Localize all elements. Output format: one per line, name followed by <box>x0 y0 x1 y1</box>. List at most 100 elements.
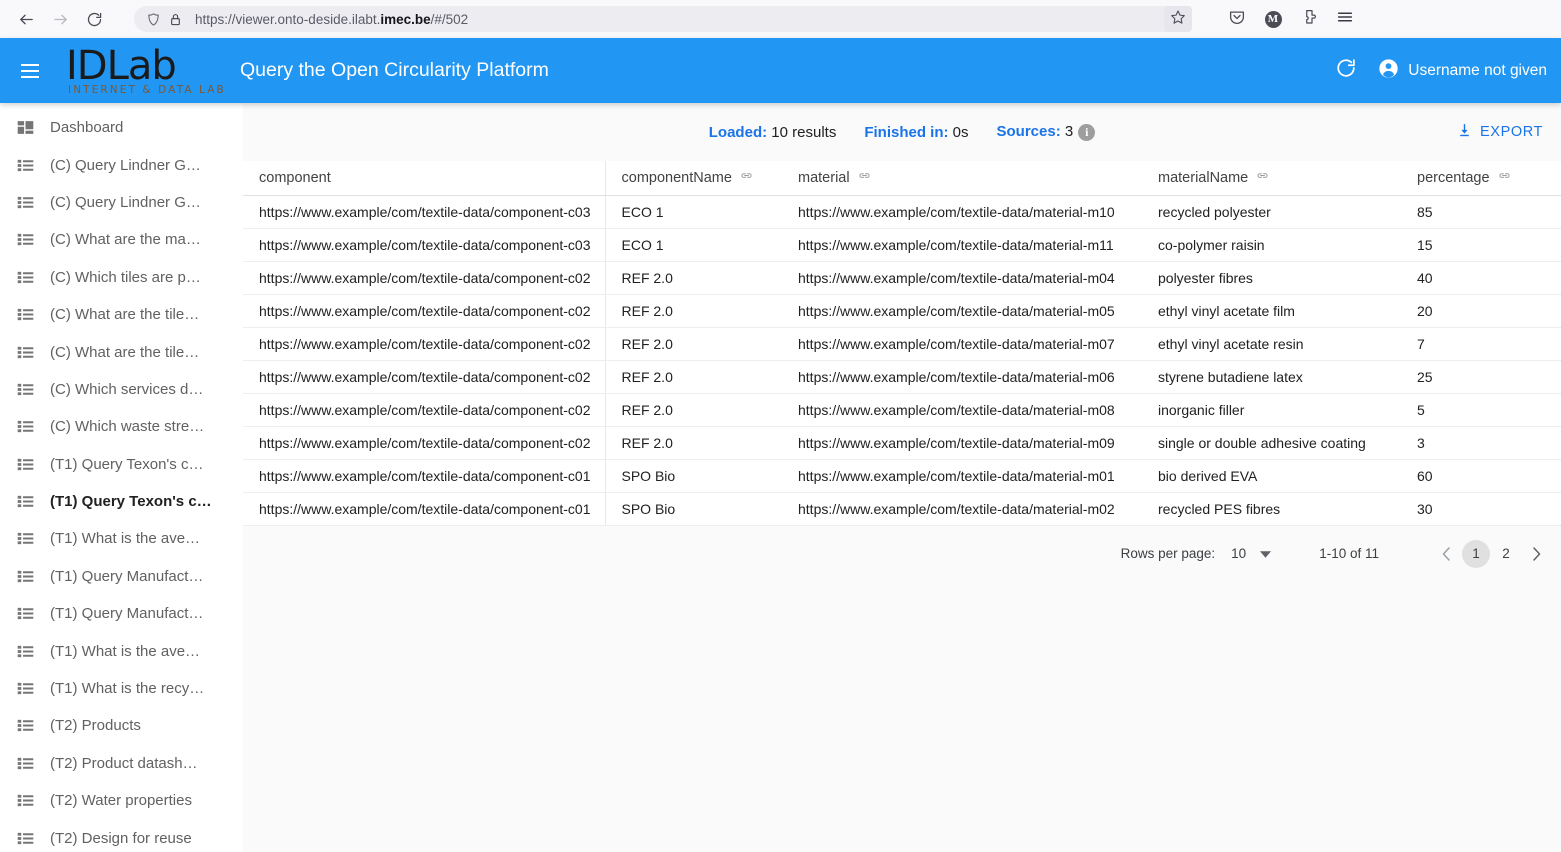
column-header-material[interactable]: material <box>782 161 1142 196</box>
rows-per-page-label: Rows per page: <box>1120 546 1216 561</box>
page-range-label: 1-10 of 11 <box>1319 546 1379 561</box>
next-page-button[interactable] <box>1521 539 1551 569</box>
info-icon[interactable]: i <box>1078 123 1096 141</box>
pocket-button[interactable] <box>1222 4 1252 34</box>
column-header-componentName[interactable]: componentName <box>605 161 782 196</box>
account-circle-icon <box>1378 58 1399 84</box>
sidebar-item-14[interactable]: (T1) What is the ave… <box>0 632 243 669</box>
account-button[interactable]: M <box>1258 4 1288 34</box>
sidebar-item-6[interactable]: (C) What are the tile… <box>0 333 243 370</box>
list-icon <box>13 303 37 327</box>
sidebar-item-19[interactable]: (T2) Design for reuse <box>0 819 243 852</box>
sidebar-item-label: (C) What are the tile… <box>50 306 200 324</box>
cell-componentName: ECO 1 <box>605 228 782 262</box>
sidebar-item-1[interactable]: (C) Query Lindner G… <box>0 146 243 183</box>
sidebar-item-7[interactable]: (C) Which services d… <box>0 371 243 408</box>
results-summary: Loaded: 10 results Finished in: 0s Sourc… <box>243 123 1561 141</box>
page-button-1[interactable]: 1 <box>1462 539 1490 568</box>
sidebar-item-4[interactable]: (C) Which tiles are p… <box>0 259 243 296</box>
table-row[interactable]: https://www.example/com/textile-data/com… <box>243 492 1561 526</box>
sidebar-item-17[interactable]: (T2) Product datash… <box>0 745 243 782</box>
table-row[interactable]: https://www.example/com/textile-data/com… <box>243 426 1561 460</box>
reload-button[interactable] <box>78 4 110 34</box>
forward-button[interactable] <box>44 4 76 34</box>
export-label: EXPORT <box>1480 124 1543 140</box>
sidebar-item-label: (T1) Query Texon's c… <box>50 455 204 473</box>
browser-menu-button[interactable] <box>1330 4 1360 34</box>
sidebar-item-13[interactable]: (T1) Query Manufact… <box>0 595 243 632</box>
table-row[interactable]: https://www.example/com/textile-data/com… <box>243 360 1561 394</box>
user-account[interactable]: Username not given <box>1378 58 1547 84</box>
sidebar-item-3[interactable]: (C) What are the ma… <box>0 221 243 258</box>
refresh-button[interactable] <box>1332 57 1360 85</box>
sidebar-item-label: (C) Query Lindner G… <box>50 156 201 174</box>
back-button[interactable] <box>10 4 42 34</box>
sidebar-item-10[interactable]: (T1) Query Texon's c… <box>0 483 243 520</box>
sidebar-item-9[interactable]: (T1) Query Texon's c… <box>0 446 243 483</box>
sidebar-item-11[interactable]: (T1) What is the ave… <box>0 520 243 557</box>
column-header-percentage[interactable]: percentage <box>1401 161 1561 196</box>
cell-material: https://www.example/com/textile-data/mat… <box>782 327 1142 361</box>
sidebar-item-8[interactable]: (C) Which waste stre… <box>0 408 243 445</box>
link-icon[interactable] <box>739 168 754 187</box>
cell-componentName: SPO Bio <box>605 492 782 526</box>
export-button[interactable]: EXPORT <box>1448 116 1551 149</box>
table-row[interactable]: https://www.example/com/textile-data/com… <box>243 261 1561 295</box>
list-icon <box>13 190 37 214</box>
sidebar-item-label: (C) Which waste stre… <box>50 418 205 436</box>
forward-arrow-icon <box>52 11 69 28</box>
table-row[interactable]: https://www.example/com/textile-data/com… <box>243 393 1561 427</box>
table-body: https://www.example/com/textile-data/com… <box>243 195 1561 526</box>
cell-percentage: 15 <box>1401 228 1561 262</box>
previous-page-button[interactable] <box>1431 539 1461 569</box>
link-icon[interactable] <box>1497 168 1512 187</box>
sidebar-item-label: (C) What are the tile… <box>50 343 200 361</box>
finished-value: 0s <box>952 123 969 141</box>
table-row[interactable]: https://www.example/com/textile-data/com… <box>243 327 1561 361</box>
cell-material: https://www.example/com/textile-data/mat… <box>782 228 1142 262</box>
app-body: Dashboard (C) Query Lindner G… (C) Query L… <box>0 103 1561 852</box>
bookmark-button[interactable] <box>1164 6 1192 32</box>
page-button-2[interactable]: 2 <box>1492 540 1520 568</box>
sidebar-item-12[interactable]: (T1) Query Manufact… <box>0 558 243 595</box>
table-row[interactable]: https://www.example/com/textile-data/com… <box>243 294 1561 328</box>
logo-tagline: INTERNET & DATA LAB <box>68 83 226 96</box>
sidebar-item-18[interactable]: (T2) Water properties <box>0 782 243 819</box>
logo-wordmark: IDLab <box>66 42 177 89</box>
table-row[interactable]: https://www.example/com/textile-data/com… <box>243 228 1561 262</box>
url-bar[interactable]: https://viewer.onto-deside.ilabt.imec.be… <box>134 6 1186 32</box>
sidebar-item-label: (T2) Product datash… <box>50 754 198 772</box>
url-text: https://viewer.onto-deside.ilabt.imec.be… <box>195 11 469 27</box>
browser-toolbar: https://viewer.onto-deside.ilabt.imec.be… <box>0 0 1561 38</box>
sidebar-item-0[interactable]: Dashboard <box>0 109 243 146</box>
link-icon[interactable] <box>1255 168 1270 187</box>
rows-per-page-select[interactable]: 10 <box>1231 546 1272 561</box>
cell-material: https://www.example/com/textile-data/mat… <box>782 360 1142 394</box>
extensions-button[interactable] <box>1294 4 1324 34</box>
sidebar-item-2[interactable]: (C) Query Lindner G… <box>0 184 243 221</box>
sidebar-item-label: (T1) Query Manufact… <box>50 605 204 623</box>
link-icon[interactable] <box>857 168 872 187</box>
sidebar-item-label: (T2) Design for reuse <box>50 829 192 847</box>
sidebar-item-5[interactable]: (C) What are the tile… <box>0 296 243 333</box>
column-header-materialName[interactable]: materialName <box>1142 161 1401 196</box>
column-header-component[interactable]: component <box>243 161 606 196</box>
extensions-icon <box>1300 8 1318 31</box>
menu-icon-bar <box>21 69 39 72</box>
cell-percentage: 3 <box>1401 426 1561 460</box>
hamburger-menu-icon <box>1336 8 1354 31</box>
sidebar-item-label: (C) Which tiles are p… <box>50 268 201 286</box>
sidebar-item-15[interactable]: (T1) What is the recy… <box>0 670 243 707</box>
cell-percentage: 85 <box>1401 195 1561 229</box>
chevron-down-icon <box>1260 546 1272 561</box>
sidebar-item-16[interactable]: (T2) Products <box>0 707 243 744</box>
list-icon <box>13 452 37 476</box>
table-header-row: component componentName material materialNa… <box>243 161 1561 196</box>
cell-percentage: 30 <box>1401 492 1561 526</box>
cell-materialName: styrene butadiene latex <box>1142 360 1401 394</box>
refresh-icon <box>1335 57 1357 84</box>
list-icon <box>13 714 37 738</box>
table-row[interactable]: https://www.example/com/textile-data/com… <box>243 195 1561 229</box>
sidebar-toggle-button[interactable] <box>10 51 50 91</box>
table-row[interactable]: https://www.example/com/textile-data/com… <box>243 459 1561 493</box>
